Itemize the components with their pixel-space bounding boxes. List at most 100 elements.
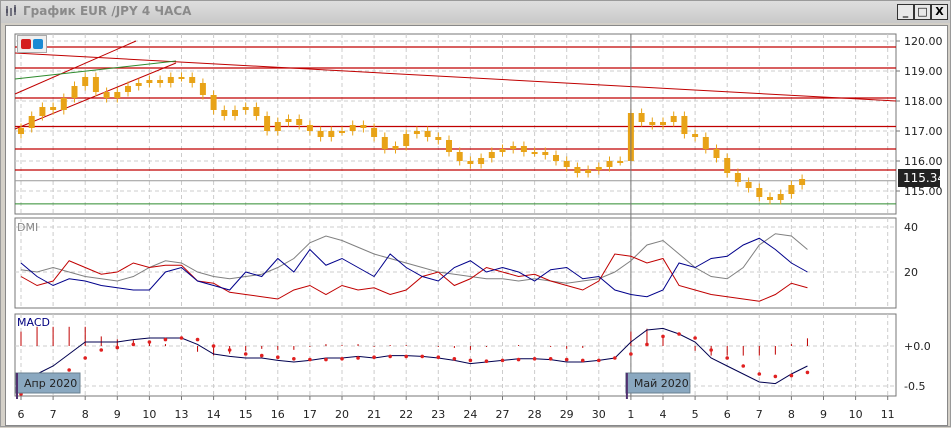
candle <box>777 194 784 200</box>
candle <box>413 131 420 134</box>
candle <box>135 83 142 86</box>
signal-dot <box>211 344 216 348</box>
time-axis-label: 7 <box>50 408 57 421</box>
blue-color-button[interactable] <box>33 39 43 49</box>
candle <box>349 125 356 131</box>
candle <box>264 116 271 131</box>
candle <box>467 161 474 164</box>
dmi-axis-label: 40 <box>904 221 918 234</box>
chart-canvas[interactable]: 120.00119.00118.00117.00116.00115.004020… <box>1 1 951 428</box>
signal-dot <box>580 358 585 363</box>
signal-dot <box>645 342 649 347</box>
signal-dot <box>564 357 569 362</box>
signal-dot <box>500 358 505 363</box>
candle <box>210 95 217 110</box>
candle <box>82 77 89 86</box>
candle <box>339 131 345 133</box>
candle <box>446 140 452 152</box>
candle <box>799 179 806 185</box>
signal-dot <box>693 336 697 340</box>
signal-dot <box>805 370 810 375</box>
candle <box>39 107 46 116</box>
candle <box>745 182 752 188</box>
candle <box>392 146 399 149</box>
candle <box>702 137 709 149</box>
color-toggle-panel <box>17 35 47 53</box>
candle <box>510 146 517 149</box>
candle <box>767 197 773 200</box>
signal-dot <box>548 357 553 361</box>
signal-dot <box>276 355 280 360</box>
time-axis-label: 10 <box>849 408 863 421</box>
signal-dot <box>99 348 104 352</box>
macd-label: MACD <box>17 316 50 329</box>
candle <box>606 161 613 167</box>
signal-dot <box>468 358 473 363</box>
signal-dot <box>324 357 328 362</box>
signal-dot <box>195 337 200 342</box>
time-axis-label: 8 <box>82 408 89 421</box>
candle <box>178 77 185 79</box>
time-axis-label: 11 <box>881 408 895 421</box>
time-axis-label: 1 <box>627 408 634 421</box>
signal-dot <box>725 356 729 360</box>
signal-dot <box>243 352 248 356</box>
signal-dot <box>372 355 376 360</box>
signal-dot <box>613 356 617 360</box>
signal-dot <box>597 358 601 363</box>
signal-dot <box>773 374 778 379</box>
candle <box>199 83 206 95</box>
signal-dot <box>179 336 184 340</box>
signal-dot <box>661 334 665 339</box>
candle <box>328 131 335 137</box>
time-axis-label: 8 <box>788 408 795 421</box>
time-axis-label: 27 <box>496 408 510 421</box>
time-axis-label: 14 <box>207 408 221 421</box>
time-axis-label: 16 <box>271 408 285 421</box>
signal-dot <box>789 373 794 378</box>
signal-dot <box>292 357 296 361</box>
price-axis-label: 120.00 <box>904 35 943 48</box>
panel-frame-1 <box>14 217 897 309</box>
candle <box>403 134 410 146</box>
candle <box>285 119 292 122</box>
signal-dot <box>67 368 71 372</box>
month-tag-label: Май 2020 <box>634 377 689 390</box>
candle <box>649 122 656 125</box>
candle <box>563 161 570 167</box>
candle <box>595 167 602 170</box>
time-axis-label: 24 <box>463 408 477 421</box>
candle <box>28 116 35 128</box>
candle <box>167 77 174 83</box>
candle <box>18 128 24 134</box>
candle <box>670 116 677 122</box>
candle <box>456 152 463 161</box>
candle <box>574 167 581 173</box>
signal-dot <box>131 342 136 347</box>
candle <box>424 131 431 137</box>
signal-dot <box>741 364 746 368</box>
candle <box>242 107 249 110</box>
signal-dot <box>227 348 232 352</box>
candle <box>435 137 442 140</box>
red-color-button[interactable] <box>21 39 31 49</box>
price-axis-label: 116.00 <box>904 155 943 168</box>
signal-dot <box>709 348 713 352</box>
time-axis-label: 22 <box>399 408 413 421</box>
signal-dot <box>452 357 457 361</box>
time-axis-label: 5 <box>692 408 699 421</box>
price-axis-label: 117.00 <box>904 125 943 138</box>
candle <box>617 161 624 163</box>
candle <box>660 122 666 125</box>
candle <box>692 134 699 137</box>
signal-dot <box>388 354 392 359</box>
candle <box>724 158 731 173</box>
price-axis-label: 119.00 <box>904 65 943 78</box>
signal-dot <box>163 337 168 342</box>
candle <box>296 119 303 125</box>
signal-dot <box>259 353 264 358</box>
time-axis-label: 17 <box>303 408 317 421</box>
time-axis-label: 29 <box>560 408 574 421</box>
candle <box>585 170 592 173</box>
time-axis-label: 28 <box>528 408 542 421</box>
